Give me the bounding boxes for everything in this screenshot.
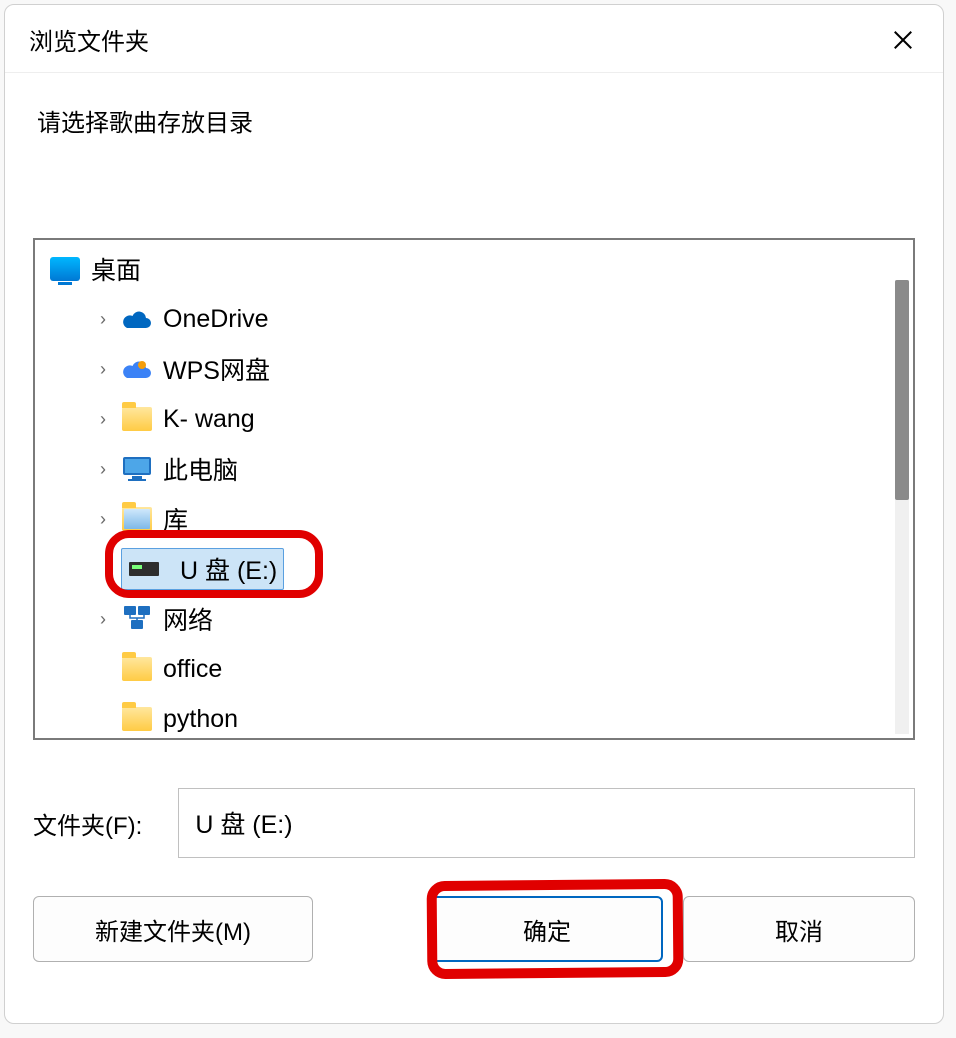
scrollbar-thumb[interactable] [895, 280, 909, 500]
prompt-text: 请选择歌曲存放目录 [37, 103, 915, 138]
tree-item-label: OneDrive [163, 305, 269, 334]
folder-name-input[interactable] [178, 788, 915, 858]
cloud-icon [121, 353, 153, 385]
tree-item-label: 库 [163, 501, 188, 537]
button-row: 新建文件夹(M) 确定 取消 [33, 896, 915, 982]
cancel-button[interactable]: 取消 [683, 896, 915, 962]
tree-item-label: 桌面 [91, 251, 141, 287]
tree-item-usb-e[interactable]: › U 盘 (E:) [35, 544, 913, 594]
desktop-icon [49, 253, 81, 285]
tree-item-desktop[interactable]: 桌面 [35, 244, 913, 294]
chevron-right-icon[interactable]: › [91, 359, 115, 380]
browse-folder-dialog: 浏览文件夹 请选择歌曲存放目录 桌面 › OneDrive [4, 4, 944, 1024]
tree-item-office[interactable]: › office [35, 644, 913, 694]
tree-list: 桌面 › OneDrive › WPS网盘 › [35, 240, 913, 740]
tree-item-label: WPS网盘 [163, 351, 270, 387]
ok-button[interactable]: 确定 [431, 896, 663, 962]
close-icon [892, 29, 914, 51]
tree-item-label: office [163, 655, 222, 684]
tree-item-libraries[interactable]: › 库 [35, 494, 913, 544]
new-folder-button[interactable]: 新建文件夹(M) [33, 896, 313, 962]
folder-icon [121, 703, 153, 735]
folder-tree[interactable]: 桌面 › OneDrive › WPS网盘 › [33, 238, 915, 740]
tree-item-label: 网络 [163, 601, 213, 637]
tree-item-python[interactable]: › python [35, 694, 913, 740]
library-icon [121, 503, 153, 535]
chevron-right-icon[interactable]: › [91, 609, 115, 630]
dialog-title: 浏览文件夹 [29, 22, 149, 57]
tree-item-label: U 盘 (E:) [180, 551, 277, 587]
tree-item-onedrive[interactable]: › OneDrive [35, 294, 913, 344]
usb-drive-icon [128, 553, 160, 585]
selected-label-wrap: U 盘 (E:) [121, 548, 284, 590]
chevron-right-icon[interactable]: › [91, 459, 115, 480]
tree-item-wps[interactable]: › WPS网盘 [35, 344, 913, 394]
chevron-right-icon[interactable]: › [91, 309, 115, 330]
folder-field-row: 文件夹(F): [33, 788, 915, 858]
tree-item-label: K- wang [163, 405, 255, 434]
tree-item-label: python [163, 705, 238, 734]
cloud-icon [121, 303, 153, 335]
dialog-content: 请选择歌曲存放目录 桌面 › OneDrive › [5, 73, 943, 1023]
close-button[interactable] [883, 20, 923, 60]
chevron-right-icon[interactable]: › [91, 509, 115, 530]
chevron-right-icon[interactable]: › [91, 409, 115, 430]
folder-icon [121, 653, 153, 685]
tree-item-kwang[interactable]: › K- wang [35, 394, 913, 444]
tree-item-label: 此电脑 [163, 451, 238, 487]
pc-icon [121, 453, 153, 485]
folder-icon [121, 403, 153, 435]
scrollbar[interactable] [895, 280, 909, 734]
tree-item-thispc[interactable]: › 此电脑 [35, 444, 913, 494]
folder-field-label: 文件夹(F): [33, 806, 142, 841]
titlebar: 浏览文件夹 [5, 5, 943, 73]
network-icon [121, 603, 153, 635]
tree-item-network[interactable]: › 网络 [35, 594, 913, 644]
